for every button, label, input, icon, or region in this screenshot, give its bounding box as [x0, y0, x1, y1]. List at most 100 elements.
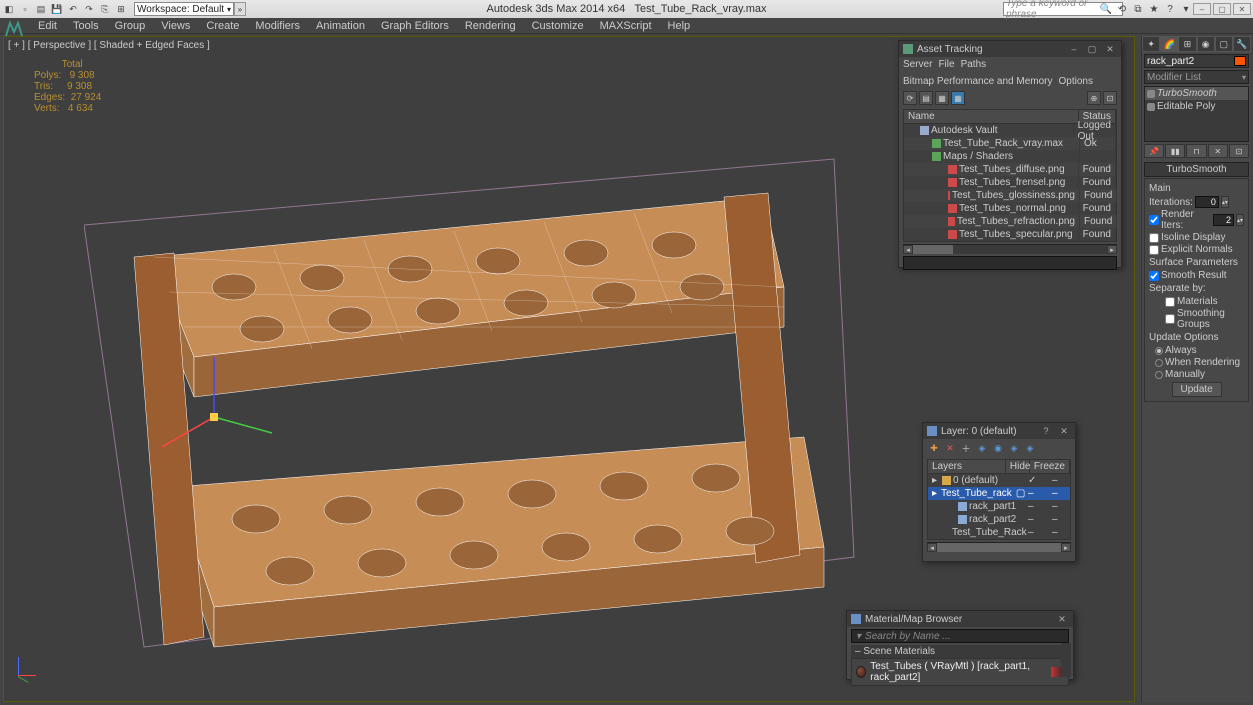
scroll-thumb[interactable]	[937, 543, 1061, 552]
layer-row[interactable]: rack_part1––	[928, 500, 1070, 513]
workspace-selector[interactable]: Workspace: Default	[134, 2, 234, 16]
menu-rendering[interactable]: Rendering	[457, 18, 524, 33]
asset-row[interactable]: Test_Tube_Rack_vray.maxOk	[904, 137, 1116, 150]
save-icon[interactable]: 💾	[50, 2, 64, 16]
update-manually-radio[interactable]: Manually	[1155, 369, 1244, 380]
layer-highlight-button[interactable]: ◉	[991, 441, 1005, 455]
material-titlebar[interactable]: Material/Map Browser ✕	[847, 611, 1073, 627]
favorites-icon[interactable]: ★	[1147, 2, 1161, 16]
layer-row[interactable]: ▸0 (default)✓–	[928, 474, 1070, 487]
remove-modifier-button[interactable]: ✕	[1208, 144, 1228, 158]
layer-freeze-cell[interactable]: –	[1048, 488, 1070, 499]
layer-freeze-cell[interactable]: –	[1048, 514, 1070, 525]
maximize-button[interactable]: ▢	[1213, 3, 1231, 15]
layer-titlebar[interactable]: Layer: 0 (default) ? ✕	[923, 423, 1075, 439]
asset-refresh-button[interactable]: ⟳	[903, 91, 917, 105]
asset-row[interactable]: Test_Tubes_specular.pngFound	[904, 228, 1116, 241]
asset-row[interactable]: Test_Tubes_refraction.pngFound	[904, 215, 1116, 228]
modifier-turbosmooth[interactable]: TurboSmooth	[1145, 87, 1248, 100]
workspace-history-button[interactable]: »	[234, 2, 246, 16]
asset-menu-options[interactable]: Options	[1059, 76, 1093, 87]
pin-stack-button[interactable]: 📌	[1144, 144, 1164, 158]
scroll-right-icon[interactable]: ▸	[1061, 543, 1071, 552]
menu-animation[interactable]: Animation	[308, 18, 373, 33]
asset-highlight-field[interactable]	[903, 256, 1117, 270]
make-unique-button[interactable]: ⊓	[1186, 144, 1206, 158]
asset-row[interactable]: Test_Tubes_normal.pngFound	[904, 202, 1116, 215]
smooth-result-checkbox[interactable]	[1149, 271, 1159, 281]
tab-motion[interactable]: ◉	[1197, 36, 1215, 52]
communication-icon[interactable]: ⟲	[1115, 2, 1129, 16]
app-menu-icon[interactable]: ◧	[2, 2, 16, 16]
link-icon[interactable]: ⎘	[98, 2, 112, 16]
menu-maxscript[interactable]: MAXScript	[592, 18, 660, 33]
render-iters-checkbox[interactable]	[1149, 215, 1159, 225]
menu-tools[interactable]: Tools	[65, 18, 107, 33]
layer-freeze-cell[interactable]: –	[1048, 501, 1070, 512]
search-icon[interactable]: 🔍	[1099, 2, 1113, 16]
modifier-stack[interactable]: TurboSmooth Editable Poly	[1144, 86, 1249, 142]
menu-edit[interactable]: Edit	[30, 18, 65, 33]
settings-icon[interactable]: ⊞	[114, 2, 128, 16]
help-icon[interactable]: ?	[1163, 2, 1177, 16]
spinner-up-icon[interactable]: ▴▾	[1221, 196, 1229, 208]
tab-utilities[interactable]: 🔧	[1233, 36, 1251, 52]
asset-settings-button[interactable]: ⊡	[1103, 91, 1117, 105]
scroll-thumb[interactable]	[913, 245, 953, 254]
asset-row[interactable]: Test_Tubes_diffuse.pngFound	[904, 163, 1116, 176]
panel-maximize-button[interactable]: ▢	[1085, 43, 1099, 55]
viewport-label[interactable]: [ + ] [ Perspective ] [ Shaded + Edged F…	[8, 40, 210, 51]
layer-hide-cell[interactable]: –	[1024, 527, 1048, 538]
menu-customize[interactable]: Customize	[524, 18, 592, 33]
layer-col-layers[interactable]: Layers	[928, 460, 1006, 473]
rollup-turbosmooth-title[interactable]: TurboSmooth	[1144, 162, 1249, 177]
layer-new-button[interactable]: ✚	[927, 441, 941, 455]
layer-hide-cell[interactable]: –	[1024, 501, 1048, 512]
material-search-input[interactable]: ▾Search by Name ...	[851, 629, 1069, 643]
layer-select-button[interactable]: ◈	[975, 441, 989, 455]
scroll-left-icon[interactable]: ◂	[903, 245, 913, 254]
layer-freeze-cell[interactable]: –	[1048, 475, 1070, 486]
minimize-button[interactable]: –	[1193, 3, 1211, 15]
asset-menu-server[interactable]: Server	[903, 59, 932, 70]
update-always-radio[interactable]: Always	[1155, 345, 1244, 356]
layer-row[interactable]: ▸Test_Tube_rack▢––	[928, 487, 1070, 500]
help-dropdown-icon[interactable]: ▾	[1179, 2, 1193, 16]
bulb-icon[interactable]	[1147, 90, 1155, 98]
material-vertical-scrollbar[interactable]	[1061, 643, 1071, 677]
layer-row[interactable]: Test_Tube_Rack––	[928, 526, 1070, 539]
tab-hierarchy[interactable]: ⊞	[1178, 36, 1196, 52]
layer-delete-button[interactable]: ✕	[943, 441, 957, 455]
layer-hide-cell[interactable]: –	[1024, 514, 1048, 525]
expand-icon[interactable]: ▸	[932, 488, 937, 499]
menu-graph-editors[interactable]: Graph Editors	[373, 18, 457, 33]
scroll-left-icon[interactable]: ◂	[927, 543, 937, 552]
close-button[interactable]: ✕	[1233, 3, 1251, 15]
open-icon[interactable]: ▤	[34, 2, 48, 16]
panel-close-button[interactable]: ✕	[1057, 425, 1071, 437]
panel-help-button[interactable]: ?	[1039, 425, 1053, 437]
asset-menu-file[interactable]: File	[938, 59, 954, 70]
tab-modify[interactable]: 🌈	[1160, 36, 1178, 52]
layer-horizontal-scrollbar[interactable]: ◂ ▸	[927, 542, 1071, 552]
asset-menu-bitmap[interactable]: Bitmap Performance and Memory	[903, 76, 1053, 87]
asset-horizontal-scrollbar[interactable]: ◂ ▸	[903, 244, 1117, 254]
menu-views[interactable]: Views	[153, 18, 198, 33]
bulb-icon[interactable]	[1147, 103, 1155, 111]
asset-row[interactable]: Test_Tubes_glossiness.pngFound	[904, 189, 1116, 202]
modifier-list-dropdown[interactable]: Modifier List	[1144, 70, 1249, 84]
new-icon[interactable]: ▫	[18, 2, 32, 16]
asset-view3-button[interactable]: ▦	[951, 91, 965, 105]
panel-minimize-button[interactable]: –	[1067, 43, 1081, 55]
redo-icon[interactable]: ↷	[82, 2, 96, 16]
asset-menu-paths[interactable]: Paths	[961, 59, 987, 70]
asset-icon-button[interactable]: ⊕	[1087, 91, 1101, 105]
panel-close-button[interactable]: ✕	[1055, 613, 1069, 625]
asset-row[interactable]: Autodesk VaultLogged Out	[904, 124, 1116, 137]
asset-view1-button[interactable]: ▤	[919, 91, 933, 105]
material-item[interactable]: Test_Tubes ( VRayMtl ) [rack_part1, rack…	[851, 658, 1069, 686]
asset-view2-button[interactable]: ▦	[935, 91, 949, 105]
tab-display[interactable]: ▢	[1215, 36, 1233, 52]
asset-row[interactable]: Maps / Shaders	[904, 150, 1116, 163]
menu-modifiers[interactable]: Modifiers	[247, 18, 308, 33]
